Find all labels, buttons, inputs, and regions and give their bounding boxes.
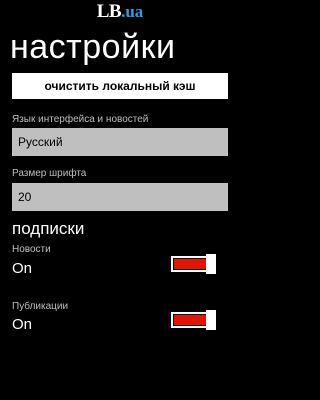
news-toggle-label: Новости (12, 244, 51, 255)
news-toggle-switch[interactable] (171, 254, 216, 274)
switch-thumb[interactable] (206, 254, 216, 274)
logo-main-text: LB (96, 1, 122, 22)
page-title: настройки (10, 28, 176, 66)
publications-toggle-state: On (12, 316, 33, 333)
font-size-select[interactable]: 20 (12, 183, 228, 211)
font-size-label: Размер шрифта (12, 168, 87, 179)
language-select[interactable]: Русский (12, 128, 228, 156)
app-logo: LB.ua (0, 1, 240, 23)
switch-thumb[interactable] (206, 310, 216, 330)
publications-toggle-label: Публикации (12, 301, 69, 312)
publications-toggle-switch[interactable] (171, 310, 216, 330)
clear-cache-button[interactable]: очистить локальный кэш (12, 73, 228, 99)
news-toggle-state: On (12, 260, 33, 277)
switch-fill (174, 315, 206, 325)
logo-suffix-text: .ua (121, 2, 144, 21)
subscriptions-title: подписки (12, 219, 85, 238)
switch-fill (174, 259, 206, 269)
language-label: Язык интерфейса и новостей (12, 114, 149, 125)
